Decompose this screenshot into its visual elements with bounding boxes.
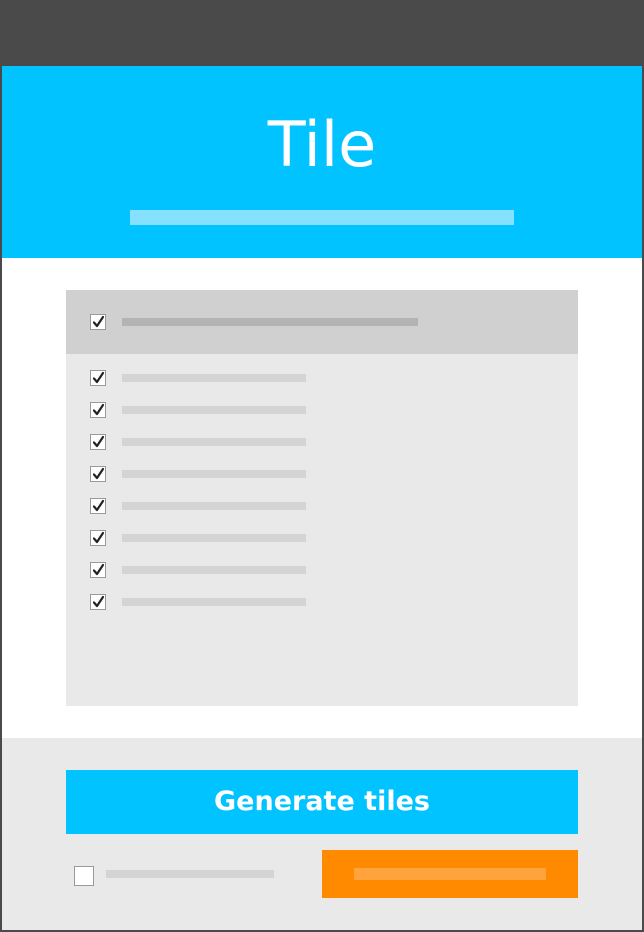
item-checkbox[interactable] — [90, 434, 106, 450]
item-checkbox[interactable] — [90, 402, 106, 418]
item-label — [122, 438, 306, 446]
footer-option-label — [106, 870, 274, 878]
secondary-action-button[interactable] — [322, 850, 578, 898]
item-label — [122, 502, 306, 510]
item-list-panel — [66, 290, 578, 706]
header-banner: Tile — [2, 66, 642, 258]
list-header-label — [122, 318, 418, 326]
list-item[interactable] — [66, 554, 578, 586]
checkmark-icon — [92, 315, 105, 328]
secondary-action-label-placeholder — [354, 868, 546, 880]
item-checkbox[interactable] — [90, 594, 106, 610]
window-titlebar — [0, 0, 644, 66]
list-item[interactable] — [66, 586, 578, 618]
item-label — [122, 406, 306, 414]
footer-option-checkbox[interactable] — [74, 866, 94, 886]
footer-panel: Generate tiles — [2, 738, 642, 930]
list-header-row — [66, 290, 578, 354]
checkmark-icon — [92, 595, 105, 608]
checkmark-icon — [92, 435, 105, 448]
list-item[interactable] — [66, 522, 578, 554]
select-all-checkbox[interactable] — [90, 314, 106, 330]
item-checkbox[interactable] — [90, 466, 106, 482]
generate-tiles-button[interactable]: Generate tiles — [66, 770, 578, 834]
subtitle-placeholder-bar — [130, 210, 514, 225]
list-item[interactable] — [66, 490, 578, 522]
checkmark-icon — [92, 403, 105, 416]
list-item[interactable] — [66, 458, 578, 490]
checkmark-icon — [92, 531, 105, 544]
list-item[interactable] — [66, 362, 578, 394]
item-label — [122, 470, 306, 478]
page-title: Tile — [267, 108, 377, 181]
checkmark-icon — [92, 499, 105, 512]
list-item[interactable] — [66, 426, 578, 458]
app-window: Tile Generate tiles — [0, 66, 644, 932]
checkmark-icon — [92, 467, 105, 480]
item-label — [122, 598, 306, 606]
item-checkbox[interactable] — [90, 370, 106, 386]
list-item[interactable] — [66, 394, 578, 426]
checkmark-icon — [92, 563, 105, 576]
item-checkbox[interactable] — [90, 498, 106, 514]
checkmark-icon — [92, 371, 105, 384]
item-checkbox[interactable] — [90, 530, 106, 546]
item-label — [122, 566, 306, 574]
item-checkbox[interactable] — [90, 562, 106, 578]
item-label — [122, 534, 306, 542]
item-label — [122, 374, 306, 382]
